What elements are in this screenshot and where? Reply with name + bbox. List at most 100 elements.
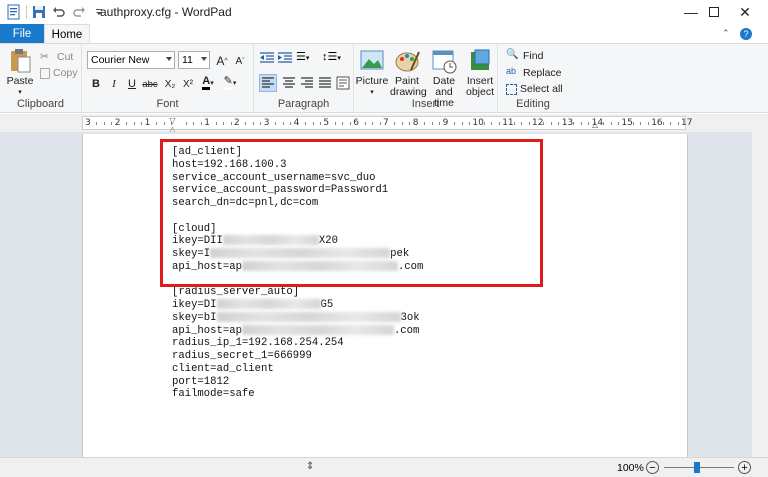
document-line: port=1812 <box>172 376 229 389</box>
paragraph-settings-icon[interactable] <box>335 75 351 91</box>
zoom-in-button[interactable]: + <box>738 461 751 474</box>
resize-grip-icon[interactable]: ⇕ <box>306 461 314 472</box>
vertical-scrollbar[interactable] <box>752 132 768 457</box>
ruler-tick <box>312 122 314 125</box>
ruler-tick <box>468 122 470 125</box>
cut-icon: ✂ <box>40 51 50 63</box>
ruler-tick <box>431 122 433 125</box>
align-right-icon[interactable] <box>299 75 315 91</box>
line-text: failmode=safe <box>172 388 255 401</box>
select-all-button[interactable]: Select all <box>506 83 563 95</box>
help-icon[interactable]: ? <box>740 28 752 40</box>
ruler-tick <box>550 122 552 125</box>
zoom-level: 100% <box>617 462 644 474</box>
increase-indent-icon[interactable] <box>278 52 292 64</box>
insert-object-button[interactable]: Insert object <box>462 48 498 98</box>
copy-button[interactable]: Copy <box>40 67 78 79</box>
decrease-indent-icon[interactable] <box>260 52 274 64</box>
line-text: skey=bI <box>172 311 217 324</box>
ruler-mark: 2 <box>234 118 240 128</box>
ruler-tick <box>379 122 381 125</box>
ruler-tick <box>230 122 232 125</box>
strikethrough-button[interactable]: abc <box>142 75 158 93</box>
paste-dropdown-icon[interactable]: ▾ <box>18 87 22 98</box>
copy-label: Copy <box>53 67 78 79</box>
align-left-icon <box>262 77 274 88</box>
find-button[interactable]: 🔍 Find <box>506 49 543 63</box>
ruler-tick <box>610 122 612 125</box>
ruler-mark: 17 <box>681 118 693 128</box>
paste-button[interactable]: Paste ▾ <box>6 48 34 98</box>
ruler-tick <box>632 122 634 125</box>
collapse-ribbon-icon[interactable]: ⌃ <box>722 28 730 39</box>
picture-label: Picture <box>355 75 389 87</box>
close-button[interactable]: ✕ <box>722 0 768 24</box>
bullets-button[interactable]: ☰▾ <box>296 50 309 63</box>
font-family-select[interactable]: Courier New <box>87 51 175 69</box>
right-indent-marker-icon[interactable]: △ <box>592 120 598 129</box>
replace-button[interactable]: ab Replace <box>506 66 562 80</box>
line-text: client=ad_client <box>172 362 274 375</box>
ruler-tick <box>364 122 366 125</box>
wordpad-app-icon[interactable] <box>6 4 22 20</box>
font-size-select[interactable]: 11 <box>178 51 210 69</box>
zoom-out-button[interactable]: − <box>646 461 659 474</box>
cut-button[interactable]: ✂ Cut <box>40 50 73 64</box>
paint-drawing-button[interactable]: Paint drawing <box>390 48 427 98</box>
redacted-value <box>241 324 394 335</box>
ruler-tick <box>260 122 262 125</box>
align-center-icon[interactable] <box>281 75 297 91</box>
ruler[interactable]: 3 2 1 1 2 3 4 5 6 7 8 9 10 11 12 13 14 15 16 17 ▽△ △ <box>0 114 768 134</box>
ruler-tick <box>588 122 590 125</box>
shrink-font-button[interactable]: Aˇ <box>232 52 248 70</box>
ruler-tick <box>141 122 143 125</box>
ruler-tick <box>252 122 254 125</box>
ruler-tick <box>282 122 284 125</box>
editing-group: 🔍 Find ab Replace Select all Editing <box>498 44 568 112</box>
paste-label: Paste <box>6 75 34 87</box>
replace-label: Replace <box>523 67 562 79</box>
bold-button[interactable]: B <box>88 75 104 93</box>
text-color-button[interactable]: A ▾ <box>200 74 216 92</box>
status-bar: ⇕ 100% − + <box>0 457 768 477</box>
binoculars-icon: 🔍 <box>506 49 519 60</box>
ruler-tick <box>223 122 225 125</box>
line-text-tail: 3ok <box>400 311 420 324</box>
line-text: api_host=ap <box>172 324 242 337</box>
chevron-down-icon <box>166 57 172 61</box>
ruler-tick <box>372 122 374 125</box>
insert-group-label: Insert <box>411 98 440 110</box>
picture-icon <box>360 50 384 70</box>
ruler-tick <box>491 122 493 125</box>
picture-button[interactable]: Picture ▾ <box>356 48 388 98</box>
ruler-mark: 10 <box>472 118 484 128</box>
redo-icon[interactable] <box>71 4 87 20</box>
ruler-tick <box>640 122 642 125</box>
zoom-slider-thumb[interactable] <box>694 462 700 473</box>
cut-label: Cut <box>57 51 74 63</box>
tab-file[interactable]: File <box>0 24 44 44</box>
highlight-color-button[interactable]: ✎ ▾ <box>222 74 238 92</box>
grow-font-button[interactable]: A ^ <box>214 52 230 70</box>
document-line: skey=bI 3ok <box>172 312 420 325</box>
italic-button[interactable]: I <box>106 75 122 93</box>
justify-icon[interactable] <box>317 75 333 91</box>
superscript-button[interactable]: X² <box>180 75 196 93</box>
underline-button[interactable]: U <box>124 75 140 93</box>
ruler-tick <box>401 122 403 125</box>
redacted-value <box>216 299 321 310</box>
ruler-tick <box>275 122 277 125</box>
tab-home[interactable]: Home <box>44 24 90 44</box>
undo-icon[interactable] <box>51 4 67 20</box>
align-left-button[interactable] <box>259 74 277 92</box>
subscript-button[interactable]: X₂ <box>162 75 178 93</box>
ruler-tick <box>245 122 247 125</box>
editing-group-label: Editing <box>516 98 550 110</box>
line-spacing-button[interactable]: ↕☰▾ <box>322 50 341 63</box>
title-bar: authproxy.cfg - WordPad — ✕ <box>0 0 768 24</box>
ruler-tick <box>513 122 515 125</box>
insert-object-label: Insert object <box>465 75 495 98</box>
save-icon[interactable] <box>31 4 47 20</box>
window-title: authproxy.cfg - WordPad <box>100 5 232 19</box>
ruler-tick <box>647 122 649 125</box>
